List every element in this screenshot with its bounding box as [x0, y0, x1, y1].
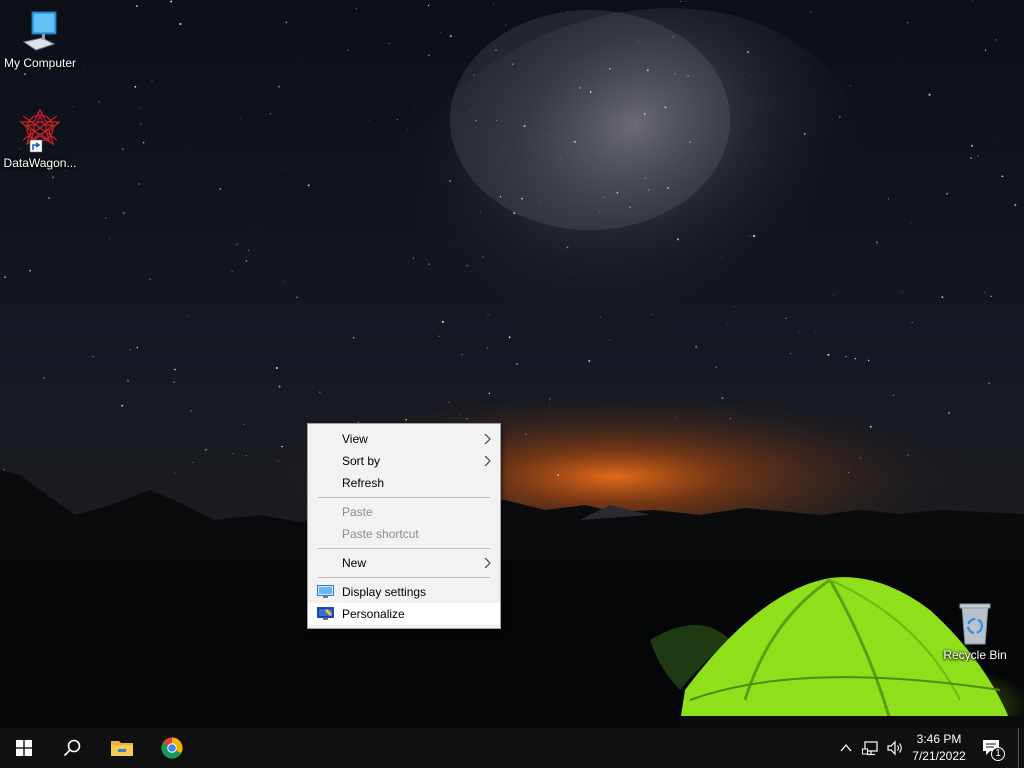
- taskbar-clock[interactable]: 3:46 PM 7/21/2022: [906, 731, 972, 765]
- recycle-bin-icon: [959, 603, 991, 645]
- menu-item-refresh[interactable]: Refresh: [308, 472, 500, 494]
- clock-time: 3:46 PM: [916, 732, 962, 746]
- network-icon[interactable]: [862, 739, 880, 757]
- menu-separator: [318, 577, 490, 578]
- menu-separator: [318, 497, 490, 498]
- menu-item-label: Refresh: [342, 476, 385, 490]
- notification-count-badge: 1: [995, 748, 1001, 759]
- display-settings-icon: [317, 585, 334, 598]
- chevron-right-icon: [484, 456, 491, 466]
- chevron-right-icon: [484, 558, 491, 568]
- wallpaper-night-sky-tent: [0, 0, 1024, 728]
- show-desktop-button[interactable]: [1018, 728, 1024, 768]
- menu-item-label: View: [342, 432, 368, 446]
- search-button[interactable]: [48, 728, 96, 768]
- menu-item-display-settings[interactable]: Display settings: [308, 581, 500, 603]
- menu-item-paste: Paste: [308, 501, 500, 523]
- desktop-context-menu: View Sort by Refresh Paste Paste shortcu…: [307, 423, 501, 629]
- menu-separator: [318, 548, 490, 549]
- desktop-icon-my-computer[interactable]: My Computer: [0, 10, 80, 70]
- desktop-icon-label: DataWagon...: [3, 156, 77, 170]
- desktop[interactable]: My Computer DataWagon... Recycle Bin Vie…: [0, 0, 1024, 768]
- menu-item-new[interactable]: New: [308, 552, 500, 574]
- menu-item-sort-by[interactable]: Sort by: [308, 450, 500, 472]
- menu-item-label: Paste shortcut: [342, 527, 419, 541]
- taskbar-file-explorer[interactable]: [98, 728, 146, 768]
- start-button[interactable]: [0, 728, 48, 768]
- taskbar: 3:46 PM 7/21/2022 1: [0, 728, 1024, 768]
- desktop-icon-label: Recycle Bin: [943, 648, 1007, 662]
- menu-item-paste-shortcut: Paste shortcut: [308, 523, 500, 545]
- menu-item-label: Paste: [342, 505, 373, 519]
- action-center-button[interactable]: 1: [980, 736, 1006, 762]
- menu-item-label: New: [342, 556, 367, 570]
- computer-icon: [22, 11, 57, 51]
- menu-item-label: Display settings: [342, 585, 427, 599]
- personalize-icon: [317, 607, 334, 620]
- menu-item-personalize[interactable]: Personalize: [308, 603, 500, 625]
- menu-item-label: Sort by: [342, 454, 381, 468]
- desktop-icon-datawagon[interactable]: DataWagon...: [0, 108, 80, 170]
- chrome-icon: [161, 737, 183, 759]
- chevron-up-icon[interactable]: [838, 740, 854, 756]
- desktop-icon-label: My Computer: [3, 56, 77, 70]
- windows-start-icon: [16, 740, 32, 756]
- datawagon-shortcut-icon: [19, 108, 61, 153]
- menu-item-label: Personalize: [342, 607, 405, 621]
- chevron-right-icon: [484, 434, 491, 444]
- taskbar-chrome[interactable]: [148, 728, 196, 768]
- volume-icon[interactable]: [886, 739, 904, 757]
- search-icon: [63, 739, 81, 757]
- file-explorer-icon: [111, 741, 133, 756]
- clock-date: 7/21/2022: [912, 749, 966, 763]
- menu-item-view[interactable]: View: [308, 428, 500, 450]
- desktop-icon-recycle-bin[interactable]: Recycle Bin: [935, 602, 1015, 662]
